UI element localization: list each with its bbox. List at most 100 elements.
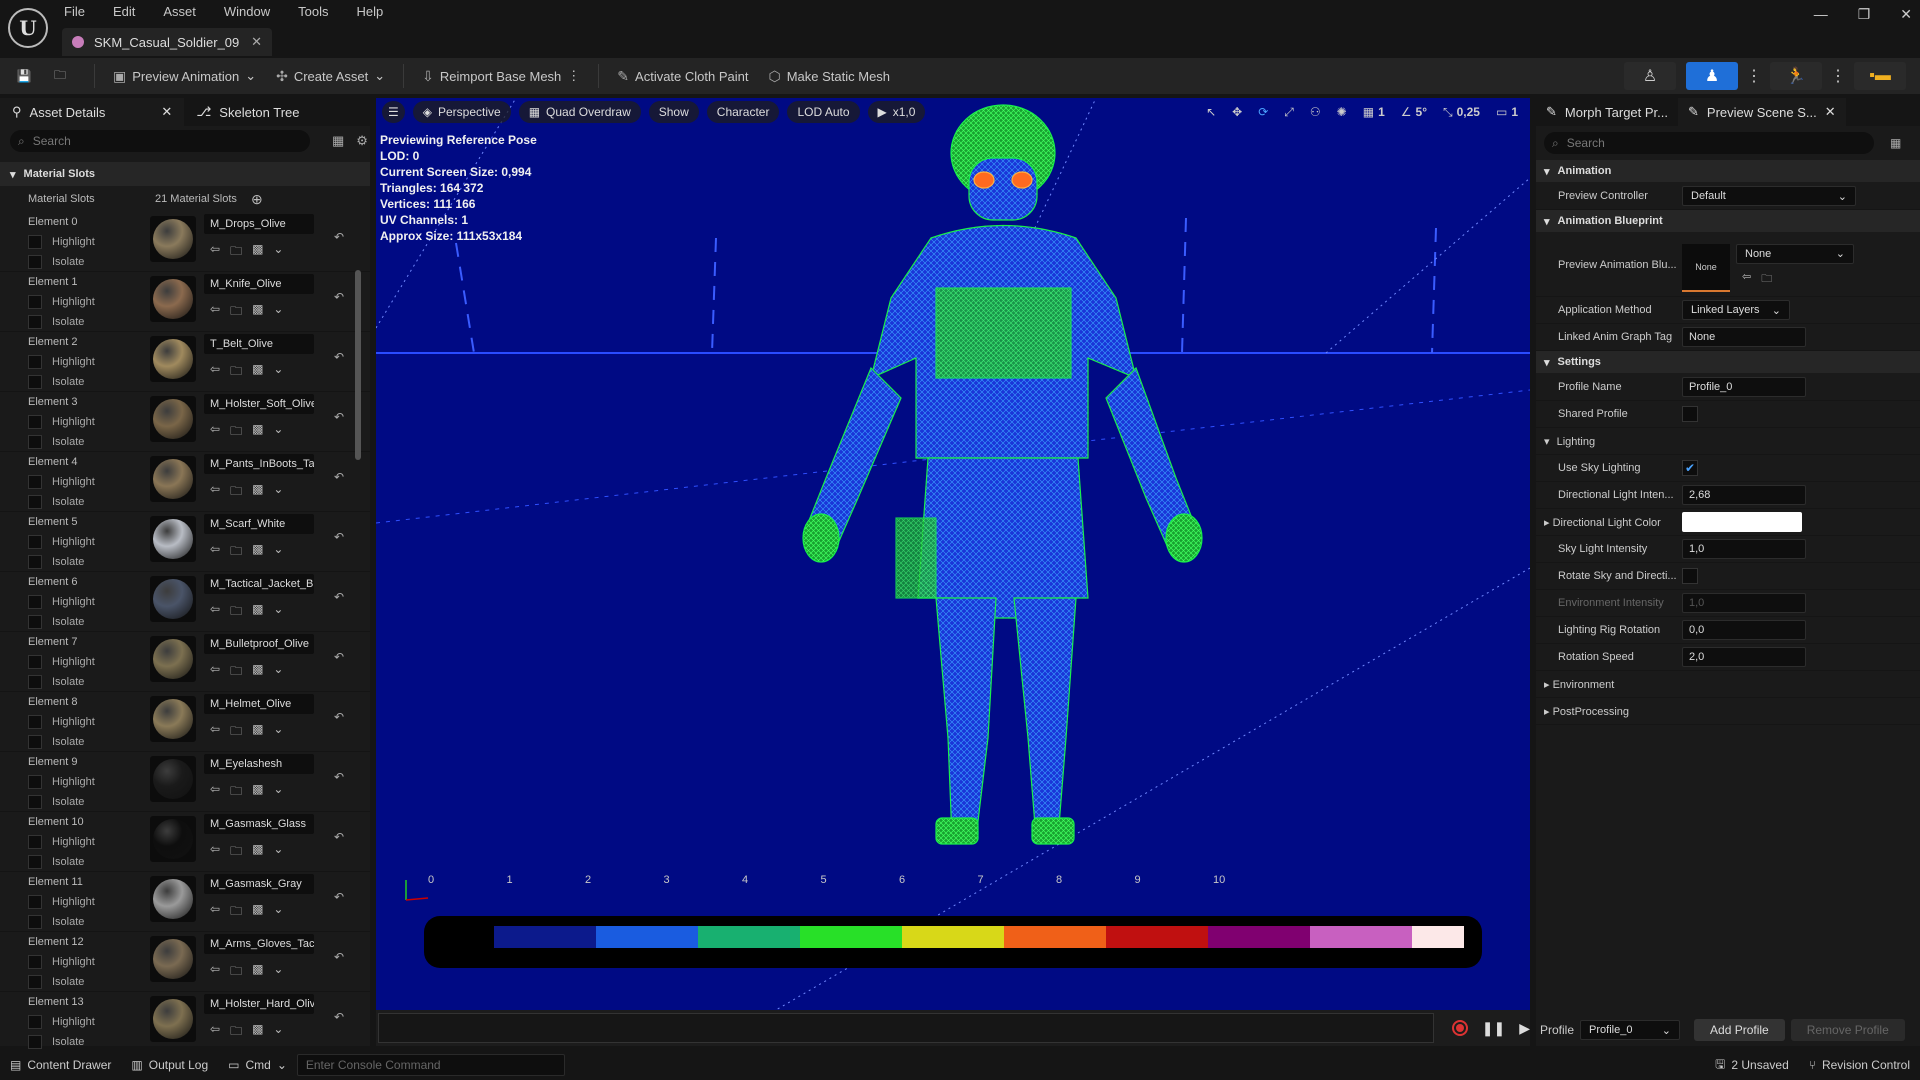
linked-anim-tag-field[interactable]: None	[1682, 327, 1806, 347]
material-name-field[interactable]: T_Belt_Olive	[204, 334, 314, 354]
material-name-field[interactable]: M_Gasmask_Gray	[204, 874, 314, 894]
skeleton-mode-icon[interactable]: ♙	[1624, 62, 1676, 90]
close-icon[interactable]: ✕	[161, 104, 172, 120]
material-thumbnail[interactable]	[150, 636, 196, 682]
checker-icon[interactable]: ▩	[252, 662, 263, 683]
more-options-icon[interactable]: ⋮	[567, 68, 580, 84]
highlight-checkbox[interactable]	[28, 895, 42, 909]
use-sky-lighting-checkbox[interactable]: ✔	[1682, 460, 1698, 476]
browse-icon[interactable]: 🗀	[230, 242, 242, 263]
step-forward-icon[interactable]: ▶	[1519, 1020, 1530, 1037]
chevron-down-icon[interactable]: ⌄	[273, 482, 283, 503]
tab-preview-scene[interactable]: ✎ Preview Scene S... ✕	[1678, 98, 1846, 126]
reset-icon[interactable]: ↶	[334, 290, 344, 304]
rotation-speed-field[interactable]: 2,0	[1682, 647, 1806, 667]
material-name-field[interactable]: M_Bulletproof_Olive	[204, 634, 314, 654]
unsaved-button[interactable]: 🖫 2 Unsaved	[1705, 1055, 1799, 1076]
details-search-input[interactable]: ⌕ Search	[10, 130, 310, 152]
profile-dropdown[interactable]: Profile_0 ⌄	[1580, 1020, 1681, 1040]
grid-snap-icon[interactable]: ▦ 1	[1359, 101, 1389, 123]
angle-snap-icon[interactable]: ∠ 5°	[1397, 101, 1431, 123]
isolate-checkbox[interactable]	[28, 255, 42, 269]
revision-control-button[interactable]: ⑂ Revision Control	[1799, 1055, 1920, 1076]
browse-icon[interactable]: 🗀	[230, 842, 242, 863]
category-settings[interactable]: ▾ Settings	[1536, 351, 1920, 373]
rotate-icon[interactable]: ⟳	[1254, 101, 1272, 123]
material-slots-section[interactable]: ▾ Material Slots	[0, 162, 370, 186]
menu-window[interactable]: Window	[222, 2, 272, 21]
restore-icon[interactable]: ❐	[1858, 6, 1871, 23]
highlight-checkbox[interactable]	[28, 1015, 42, 1029]
table-view-icon[interactable]: ▦	[1890, 136, 1901, 150]
expand-arrow-icon[interactable]: ▸	[1544, 517, 1553, 529]
lighting-group-row[interactable]: ▾ Lighting	[1536, 428, 1920, 455]
isolate-checkbox[interactable]	[28, 435, 42, 449]
browse-icon[interactable]: 🗀	[230, 902, 242, 923]
use-selected-icon[interactable]: ⇦	[1742, 270, 1751, 289]
make-static-mesh-button[interactable]: ⬡ Make Static Mesh	[758, 61, 900, 91]
highlight-checkbox[interactable]	[28, 235, 42, 249]
isolate-checkbox[interactable]	[28, 1035, 42, 1049]
asset-thumbnail[interactable]: None	[1682, 243, 1730, 292]
isolate-checkbox[interactable]	[28, 495, 42, 509]
chevron-down-icon[interactable]: ⌄	[273, 362, 283, 383]
close-window-icon[interactable]: ✕	[1900, 6, 1912, 23]
browse-icon[interactable]: 🗀	[230, 362, 242, 383]
material-name-field[interactable]: M_Arms_Gloves_Tac	[204, 934, 314, 954]
material-thumbnail[interactable]	[150, 756, 196, 802]
highlight-checkbox[interactable]	[28, 415, 42, 429]
browse-icon[interactable]: 🗀	[230, 542, 242, 563]
menu-file[interactable]: File	[62, 2, 87, 21]
content-drawer-button[interactable]: ▤ Content Drawer	[0, 1058, 121, 1072]
use-selected-icon[interactable]: ⇦	[210, 302, 220, 323]
material-thumbnail[interactable]	[150, 456, 196, 502]
highlight-checkbox[interactable]	[28, 655, 42, 669]
reset-icon[interactable]: ↶	[334, 950, 344, 964]
browse-icon[interactable]: 🗀	[230, 782, 242, 803]
chevron-down-icon[interactable]: ⌄	[273, 302, 283, 323]
use-selected-icon[interactable]: ⇦	[210, 962, 220, 983]
browse-icon[interactable]: 🗀	[230, 962, 242, 983]
isolate-checkbox[interactable]	[28, 315, 42, 329]
preview-animation-button[interactable]: ▣ Preview Animation ⌄	[103, 61, 266, 91]
browse-icon[interactable]: 🗀	[230, 602, 242, 623]
camera-speed-icon[interactable]: ▭ 1	[1492, 101, 1522, 123]
use-selected-icon[interactable]: ⇦	[210, 842, 220, 863]
tab-skeleton-tree[interactable]: ⎇ Skeleton Tree	[184, 98, 311, 126]
reset-icon[interactable]: ↶	[334, 230, 344, 244]
anim-blueprint-dropdown[interactable]: None ⌄	[1736, 243, 1854, 264]
use-selected-icon[interactable]: ⇦	[210, 422, 220, 443]
browse-icon[interactable]: 🗀	[230, 662, 242, 683]
more-options-icon[interactable]: ⋮	[1746, 62, 1762, 90]
viewport-menu-button[interactable]: ☰	[382, 101, 405, 123]
checker-icon[interactable]: ▩	[252, 902, 263, 923]
show-button[interactable]: Show	[648, 101, 699, 123]
checker-icon[interactable]: ▩	[252, 422, 263, 443]
use-selected-icon[interactable]: ⇦	[210, 482, 220, 503]
viewport[interactable]: ☰ ◈ Perspective ▦ Quad Overdraw Show Chara…	[376, 98, 1530, 1010]
sky-light-intensity-field[interactable]: 1,0	[1682, 539, 1806, 559]
chevron-down-icon[interactable]: ⌄	[273, 602, 283, 623]
material-name-field[interactable]: M_Pants_InBoots_Tan	[204, 454, 314, 474]
browse-icon[interactable]: 🗀	[50, 67, 70, 85]
material-thumbnail[interactable]	[150, 336, 196, 382]
chevron-down-icon[interactable]: ⌄	[273, 422, 283, 443]
scale-snap-icon[interactable]: ⤡ 0,25	[1439, 101, 1484, 123]
checker-icon[interactable]: ▩	[252, 302, 263, 323]
blueprint-mode-icon[interactable]: ▪▬	[1854, 62, 1906, 90]
browse-icon[interactable]: 🗀	[230, 302, 242, 323]
highlight-checkbox[interactable]	[28, 475, 42, 489]
mesh-mode-icon[interactable]: ♟	[1686, 62, 1738, 90]
isolate-checkbox[interactable]	[28, 375, 42, 389]
shared-profile-checkbox[interactable]	[1682, 406, 1698, 422]
close-tab-icon[interactable]: ✕	[251, 34, 262, 50]
material-thumbnail[interactable]	[150, 276, 196, 322]
browse-icon[interactable]: 🗀	[230, 422, 242, 443]
material-name-field[interactable]: M_Tactical_Jacket_Blue	[204, 574, 314, 594]
material-thumbnail[interactable]	[150, 516, 196, 562]
use-selected-icon[interactable]: ⇦	[210, 782, 220, 803]
checker-icon[interactable]: ▩	[252, 542, 263, 563]
isolate-checkbox[interactable]	[28, 855, 42, 869]
cloth-paint-button[interactable]: ✎ Activate Cloth Paint	[607, 61, 758, 91]
unreal-logo-icon[interactable]: U	[8, 8, 48, 48]
